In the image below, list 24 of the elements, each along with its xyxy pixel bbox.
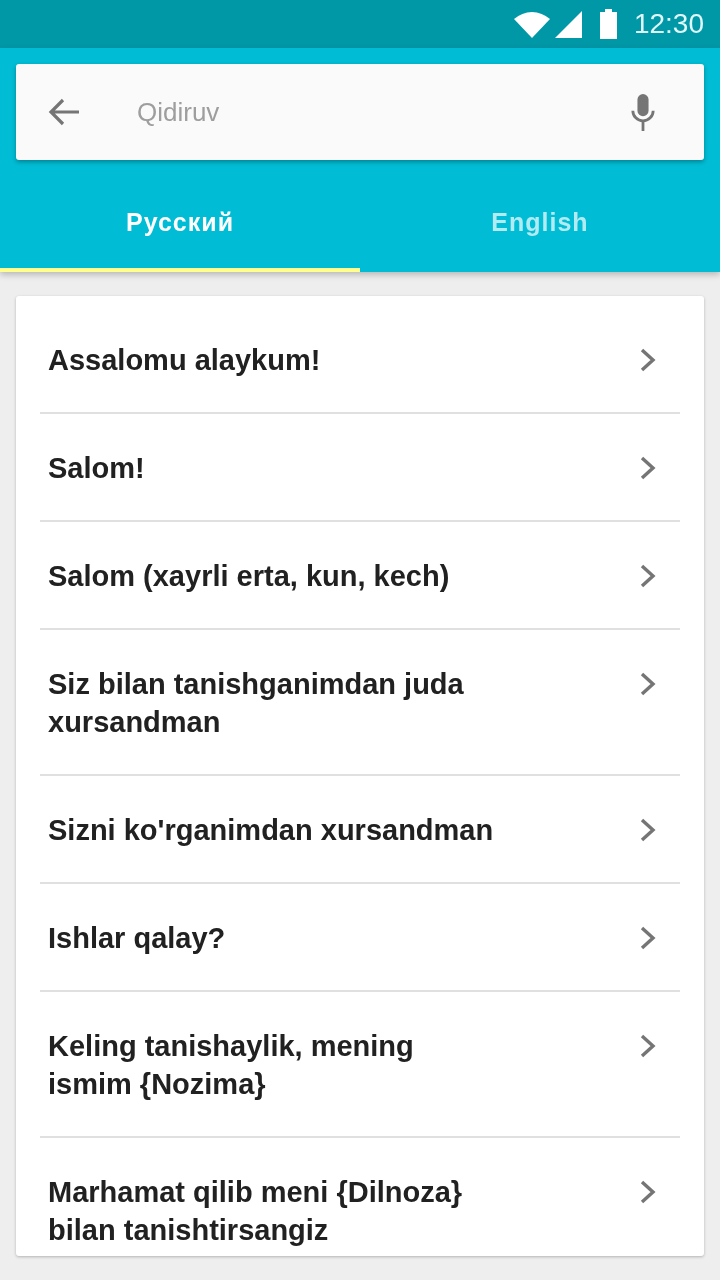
chevron-right-icon <box>640 1034 656 1058</box>
chevron-right-icon <box>640 564 656 588</box>
phrase-item[interactable]: Ishlar qalay? <box>40 884 680 992</box>
search-field[interactable]: Qidiruv <box>137 92 606 132</box>
chevron-right-icon <box>640 818 656 842</box>
chevron-right-icon <box>640 1180 656 1204</box>
back-arrow-icon[interactable] <box>48 98 80 126</box>
signal-icon <box>554 10 582 38</box>
microphone-icon[interactable] <box>630 93 656 131</box>
phrase-item[interactable]: Keling tanishaylik, mening ismim {Nozima} <box>40 992 680 1138</box>
phrase-item[interactable]: Sizni ko'rganimdan xursandman <box>40 776 680 884</box>
chevron-right-icon <box>640 456 656 480</box>
phrase-item[interactable]: Salom! <box>40 414 680 522</box>
chevron-right-icon <box>640 926 656 950</box>
phrase-item[interactable]: Marhamat qilib meni {Dilnoza} bilan tanishtirsangiz <box>40 1138 680 1256</box>
battery-icon <box>599 9 617 39</box>
chevron-right-icon <box>640 672 656 696</box>
wifi-icon <box>513 10 550 38</box>
phrase-item[interactable]: Assalomu alaykum! <box>40 306 680 414</box>
phrase-item[interactable]: Salom (xayrli erta, kun, kech) <box>40 522 680 630</box>
clock-time: 12:30 <box>633 8 704 40</box>
chevron-right-icon <box>640 348 656 372</box>
phrase-item[interactable]: Siz bilan tanishganimdan juda xursandman <box>40 630 680 776</box>
search-bar[interactable]: Qidiruv <box>16 64 704 160</box>
